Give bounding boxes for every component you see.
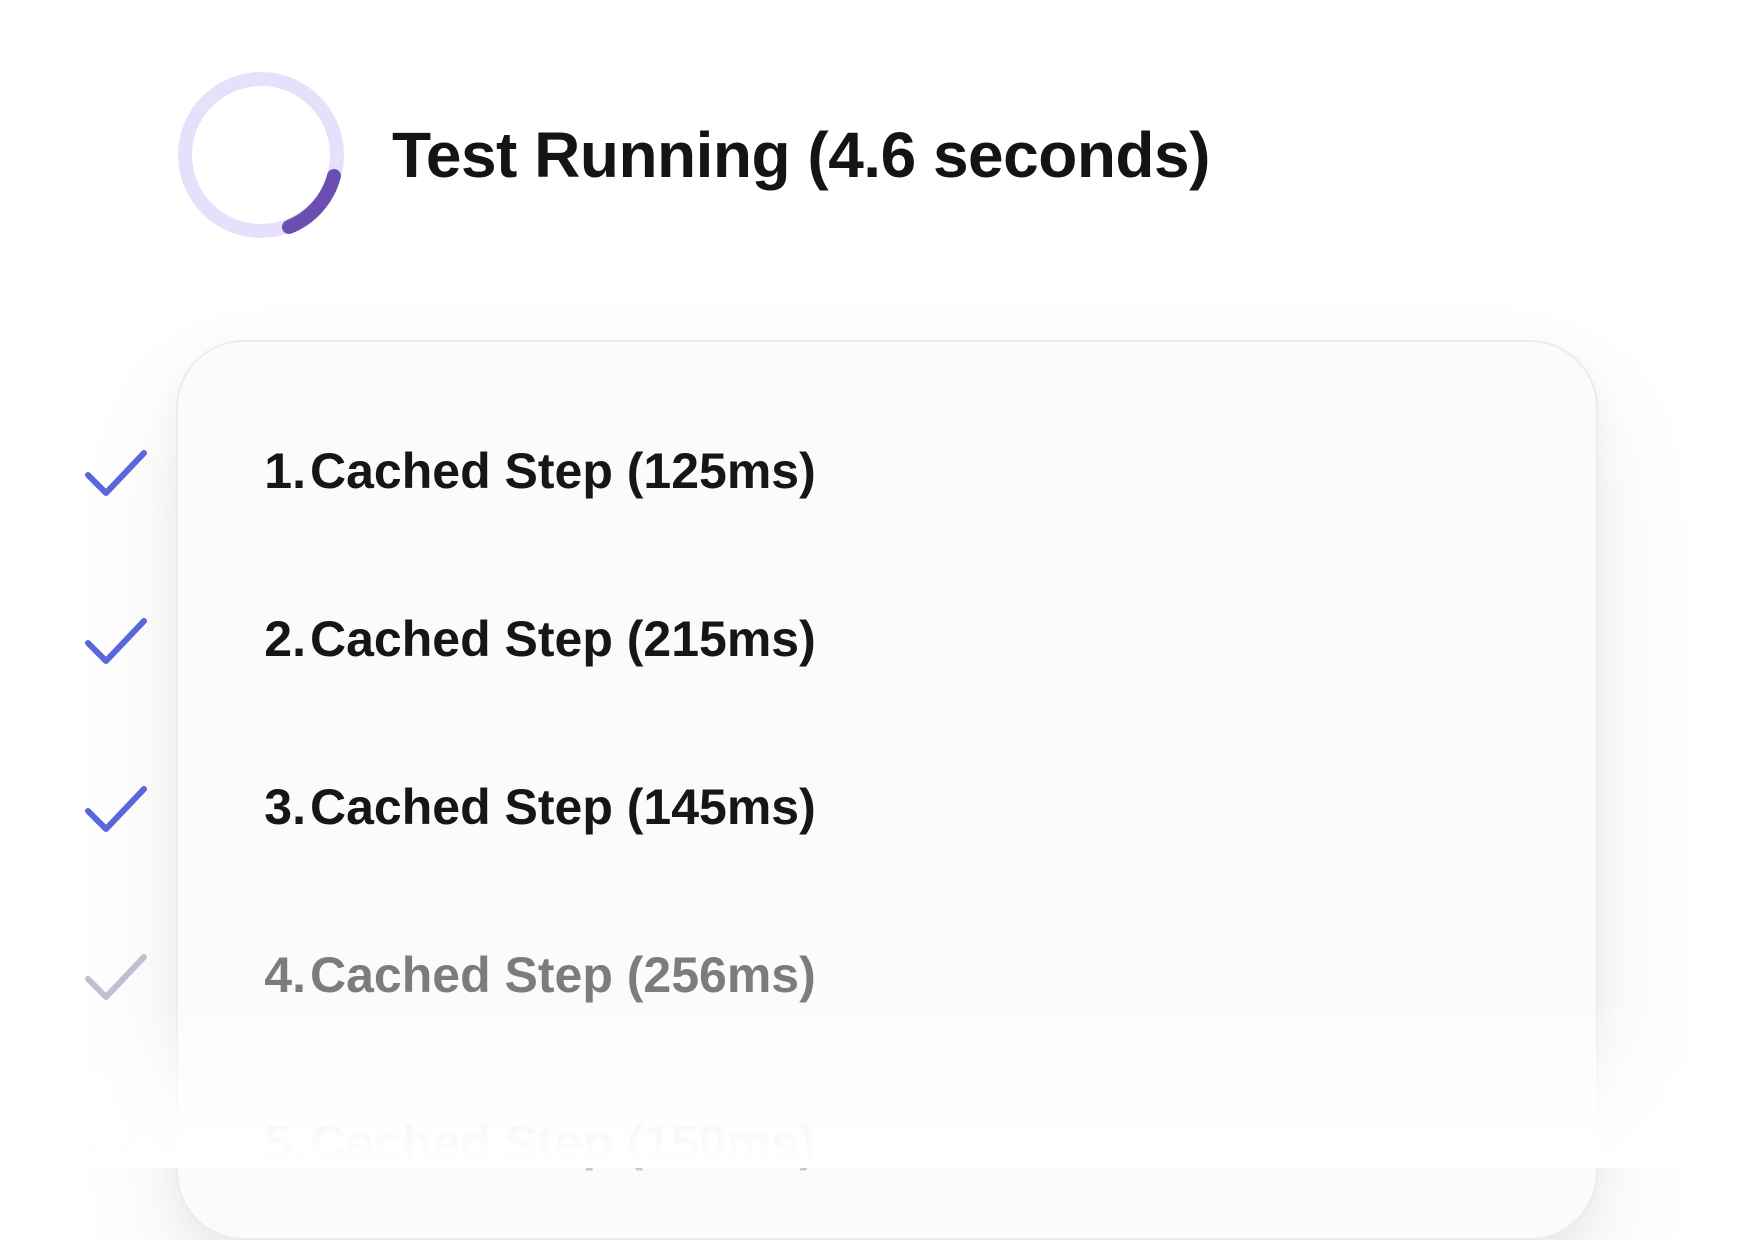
check-icon <box>84 951 148 1003</box>
step-number: 4. <box>264 947 306 1003</box>
step-item: 3. Cached Step (145ms) <box>0 752 1764 862</box>
step-item: 2. Cached Step (215ms) <box>0 584 1764 694</box>
page-title: Test Running (4.6 seconds) <box>392 119 1210 191</box>
check-icon <box>84 615 148 667</box>
step-label: Cached Step (125ms) <box>310 443 816 499</box>
check-icon <box>84 1119 148 1171</box>
step-item: 4. Cached Step (256ms) <box>0 920 1764 1030</box>
step-item: 5. Cached Step (150ms) <box>0 1088 1764 1198</box>
step-number: 1. <box>264 443 306 499</box>
step-number: 3. <box>264 779 306 835</box>
check-icon <box>84 783 148 835</box>
test-status-header: Test Running (4.6 seconds) <box>176 70 1210 240</box>
step-label: Cached Step (145ms) <box>310 779 816 835</box>
step-label: Cached Step (150ms) <box>310 1115 816 1171</box>
step-item: 1. Cached Step (125ms) <box>0 416 1764 526</box>
step-label: Cached Step (215ms) <box>310 611 816 667</box>
step-label: Cached Step (256ms) <box>310 947 816 1003</box>
step-number: 2. <box>264 611 306 667</box>
loading-spinner-icon <box>176 70 346 240</box>
step-number: 5. <box>264 1115 306 1171</box>
check-icon <box>84 447 148 499</box>
